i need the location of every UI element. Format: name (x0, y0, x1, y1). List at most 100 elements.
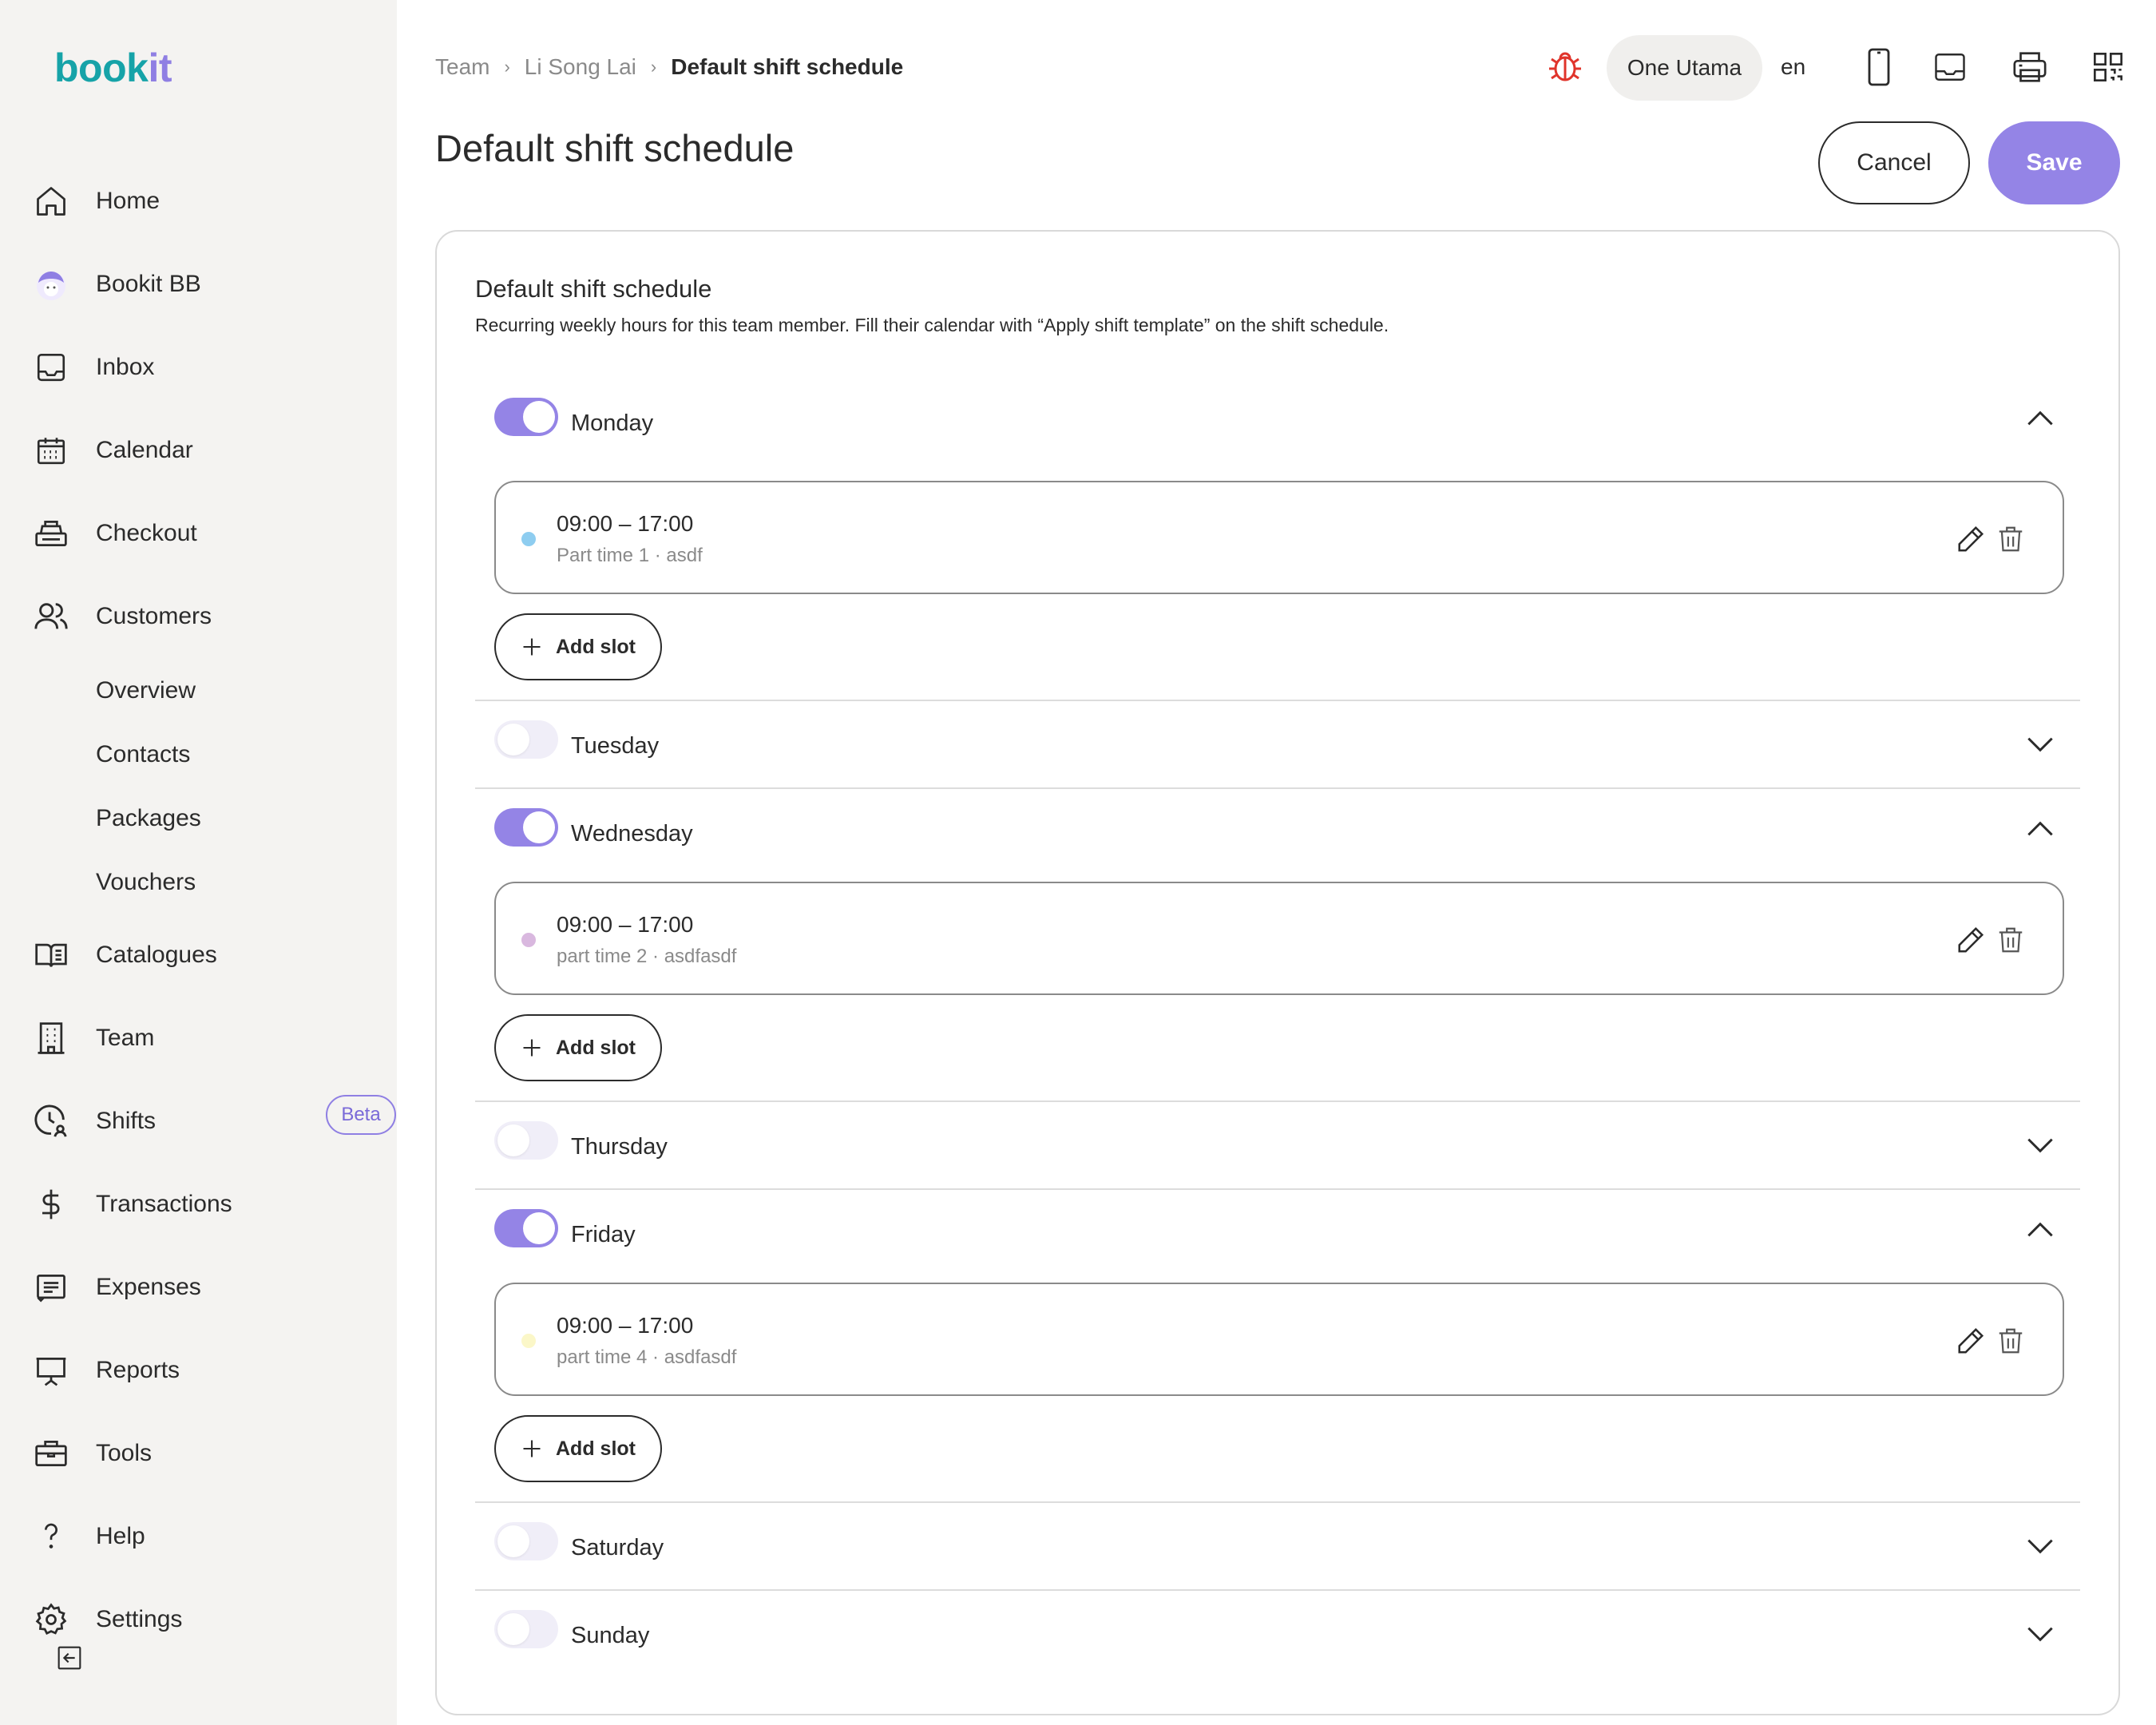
sidebar-item-checkout[interactable]: Checkout (30, 510, 374, 557)
shift-slot: 09:00 – 17:00 Part time 1 · asdf (494, 481, 2064, 594)
sidebar-item-catalogues[interactable]: Catalogues (30, 931, 374, 979)
sidebar-item-reports[interactable]: Reports (30, 1346, 374, 1394)
book-icon (30, 934, 72, 976)
register-icon (30, 513, 72, 554)
receipt-icon (30, 1267, 72, 1308)
day-row-thursday: Thursday (475, 1100, 2080, 1188)
inbox-icon (30, 347, 72, 388)
bookit-logo[interactable]: bookit (54, 45, 172, 91)
day-label: Wednesday (571, 821, 693, 847)
printer-icon[interactable] (2006, 43, 2054, 91)
collapse-sidebar-icon[interactable] (57, 1645, 82, 1671)
slot-meta: part time 2 · asdfasdf (557, 946, 737, 967)
qr-code-icon[interactable] (2084, 43, 2132, 91)
sidebar-subitem-overview[interactable]: Overview (96, 677, 196, 704)
day-row-wednesday: Wednesday (475, 787, 2080, 875)
sunday-toggle[interactable] (494, 1610, 558, 1648)
sidebar-item-settings[interactable]: Settings (30, 1596, 374, 1644)
pencil-icon[interactable] (1956, 925, 1986, 955)
slot-time: 09:00 – 17:00 (557, 912, 694, 937)
slot-meta: part time 4 · asdfasdf (557, 1346, 737, 1368)
day-row-sunday: Sunday (475, 1589, 2080, 1677)
chevron-down-icon[interactable] (2023, 1616, 2058, 1652)
sidebar-item-inbox[interactable]: Inbox (30, 343, 374, 391)
avatar-icon (30, 264, 72, 305)
gear-icon (30, 1599, 72, 1640)
cancel-button[interactable]: Cancel (1818, 121, 1970, 204)
card-title: Default shift schedule (475, 275, 712, 303)
breadcrumb: Team › Li Song Lai › Default shift sched… (435, 54, 903, 80)
sidebar-item-shifts[interactable]: Shifts Beta (30, 1095, 396, 1145)
breadcrumb-member[interactable]: Li Song Lai (525, 54, 636, 80)
day-row-monday: Monday (475, 383, 2080, 471)
friday-toggle[interactable] (494, 1209, 558, 1247)
slot-color-dot (521, 933, 536, 947)
trash-icon[interactable] (1995, 524, 2026, 554)
sidebar-item-home[interactable]: Home (30, 177, 374, 225)
bug-report-icon[interactable] (1541, 43, 1589, 91)
location-selector[interactable]: One Utama (1607, 35, 1762, 101)
add-slot-button[interactable]: Add slot (494, 613, 662, 680)
day-label: Saturday (571, 1535, 664, 1560)
breadcrumb-current: Default shift schedule (671, 54, 904, 79)
home-icon (30, 180, 72, 222)
saturday-toggle[interactable] (494, 1522, 558, 1560)
day-label: Sunday (571, 1623, 650, 1648)
shift-slot: 09:00 – 17:00 part time 2 · asdfasdf (494, 882, 2064, 995)
slot-color-dot (521, 1334, 536, 1348)
slot-time: 09:00 – 17:00 (557, 511, 694, 536)
slot-time: 09:00 – 17:00 (557, 1313, 694, 1338)
sidebar-item-team[interactable]: Team (30, 1014, 374, 1062)
chevron-up-icon[interactable] (2023, 811, 2058, 847)
language-selector[interactable]: en (1781, 54, 1805, 80)
chevron-up-icon[interactable] (2023, 1212, 2058, 1247)
shift-schedule-card: Default shift schedule Recurring weekly … (435, 230, 2120, 1715)
sidebar-item-transactions[interactable]: Transactions (30, 1180, 374, 1228)
sidebar-item-bookit-bb[interactable]: Bookit BB (30, 260, 374, 308)
chevron-down-icon[interactable] (2023, 1128, 2058, 1163)
question-icon (30, 1516, 72, 1557)
day-label: Monday (571, 410, 654, 436)
sidebar: bookit Home Bookit BB Inbox Calendar Che… (0, 0, 397, 1725)
add-slot-button[interactable]: Add slot (494, 1014, 662, 1081)
sidebar-item-calendar[interactable]: Calendar (30, 426, 374, 474)
dollar-icon (30, 1184, 72, 1225)
shift-slot: 09:00 – 17:00 part time 4 · asdfasdf (494, 1283, 2064, 1396)
card-description: Recurring weekly hours for this team mem… (475, 315, 1389, 335)
thursday-toggle[interactable] (494, 1121, 558, 1160)
save-button[interactable]: Save (1988, 121, 2120, 204)
sidebar-subitem-packages[interactable]: Packages (96, 805, 201, 832)
chevron-up-icon[interactable] (2023, 401, 2058, 436)
plus-icon (523, 1039, 541, 1057)
monday-toggle[interactable] (494, 398, 558, 436)
day-label: Thursday (571, 1134, 668, 1160)
mobile-phone-icon[interactable] (1855, 43, 1903, 91)
presentation-icon (30, 1350, 72, 1391)
sidebar-item-tools[interactable]: Tools (30, 1430, 374, 1477)
tuesday-toggle[interactable] (494, 720, 558, 759)
wednesday-toggle[interactable] (494, 808, 558, 847)
pencil-icon[interactable] (1956, 524, 1986, 554)
add-slot-label: Add slot (556, 635, 636, 658)
beta-badge: Beta (326, 1095, 396, 1135)
building-icon (30, 1017, 72, 1059)
add-slot-button[interactable]: Add slot (494, 1415, 662, 1482)
chevron-down-icon[interactable] (2023, 1529, 2058, 1564)
sidebar-item-expenses[interactable]: Expenses (30, 1263, 374, 1311)
sidebar-subitem-contacts[interactable]: Contacts (96, 741, 190, 768)
sidebar-item-help[interactable]: Help (30, 1513, 374, 1560)
users-icon (30, 596, 72, 637)
sidebar-item-customers[interactable]: Customers (30, 593, 374, 640)
inbox-tray-icon[interactable] (1926, 43, 1974, 91)
day-row-friday: Friday (475, 1188, 2080, 1276)
page-title: Default shift schedule (435, 127, 795, 169)
add-slot-label: Add slot (556, 1437, 636, 1460)
trash-icon[interactable] (1995, 1326, 2026, 1356)
pencil-icon[interactable] (1956, 1326, 1986, 1356)
chevron-down-icon[interactable] (2023, 727, 2058, 762)
breadcrumb-team[interactable]: Team (435, 54, 489, 80)
trash-icon[interactable] (1995, 925, 2026, 955)
calendar-icon (30, 430, 72, 471)
clock-user-icon (30, 1100, 72, 1142)
sidebar-subitem-vouchers[interactable]: Vouchers (96, 869, 196, 896)
